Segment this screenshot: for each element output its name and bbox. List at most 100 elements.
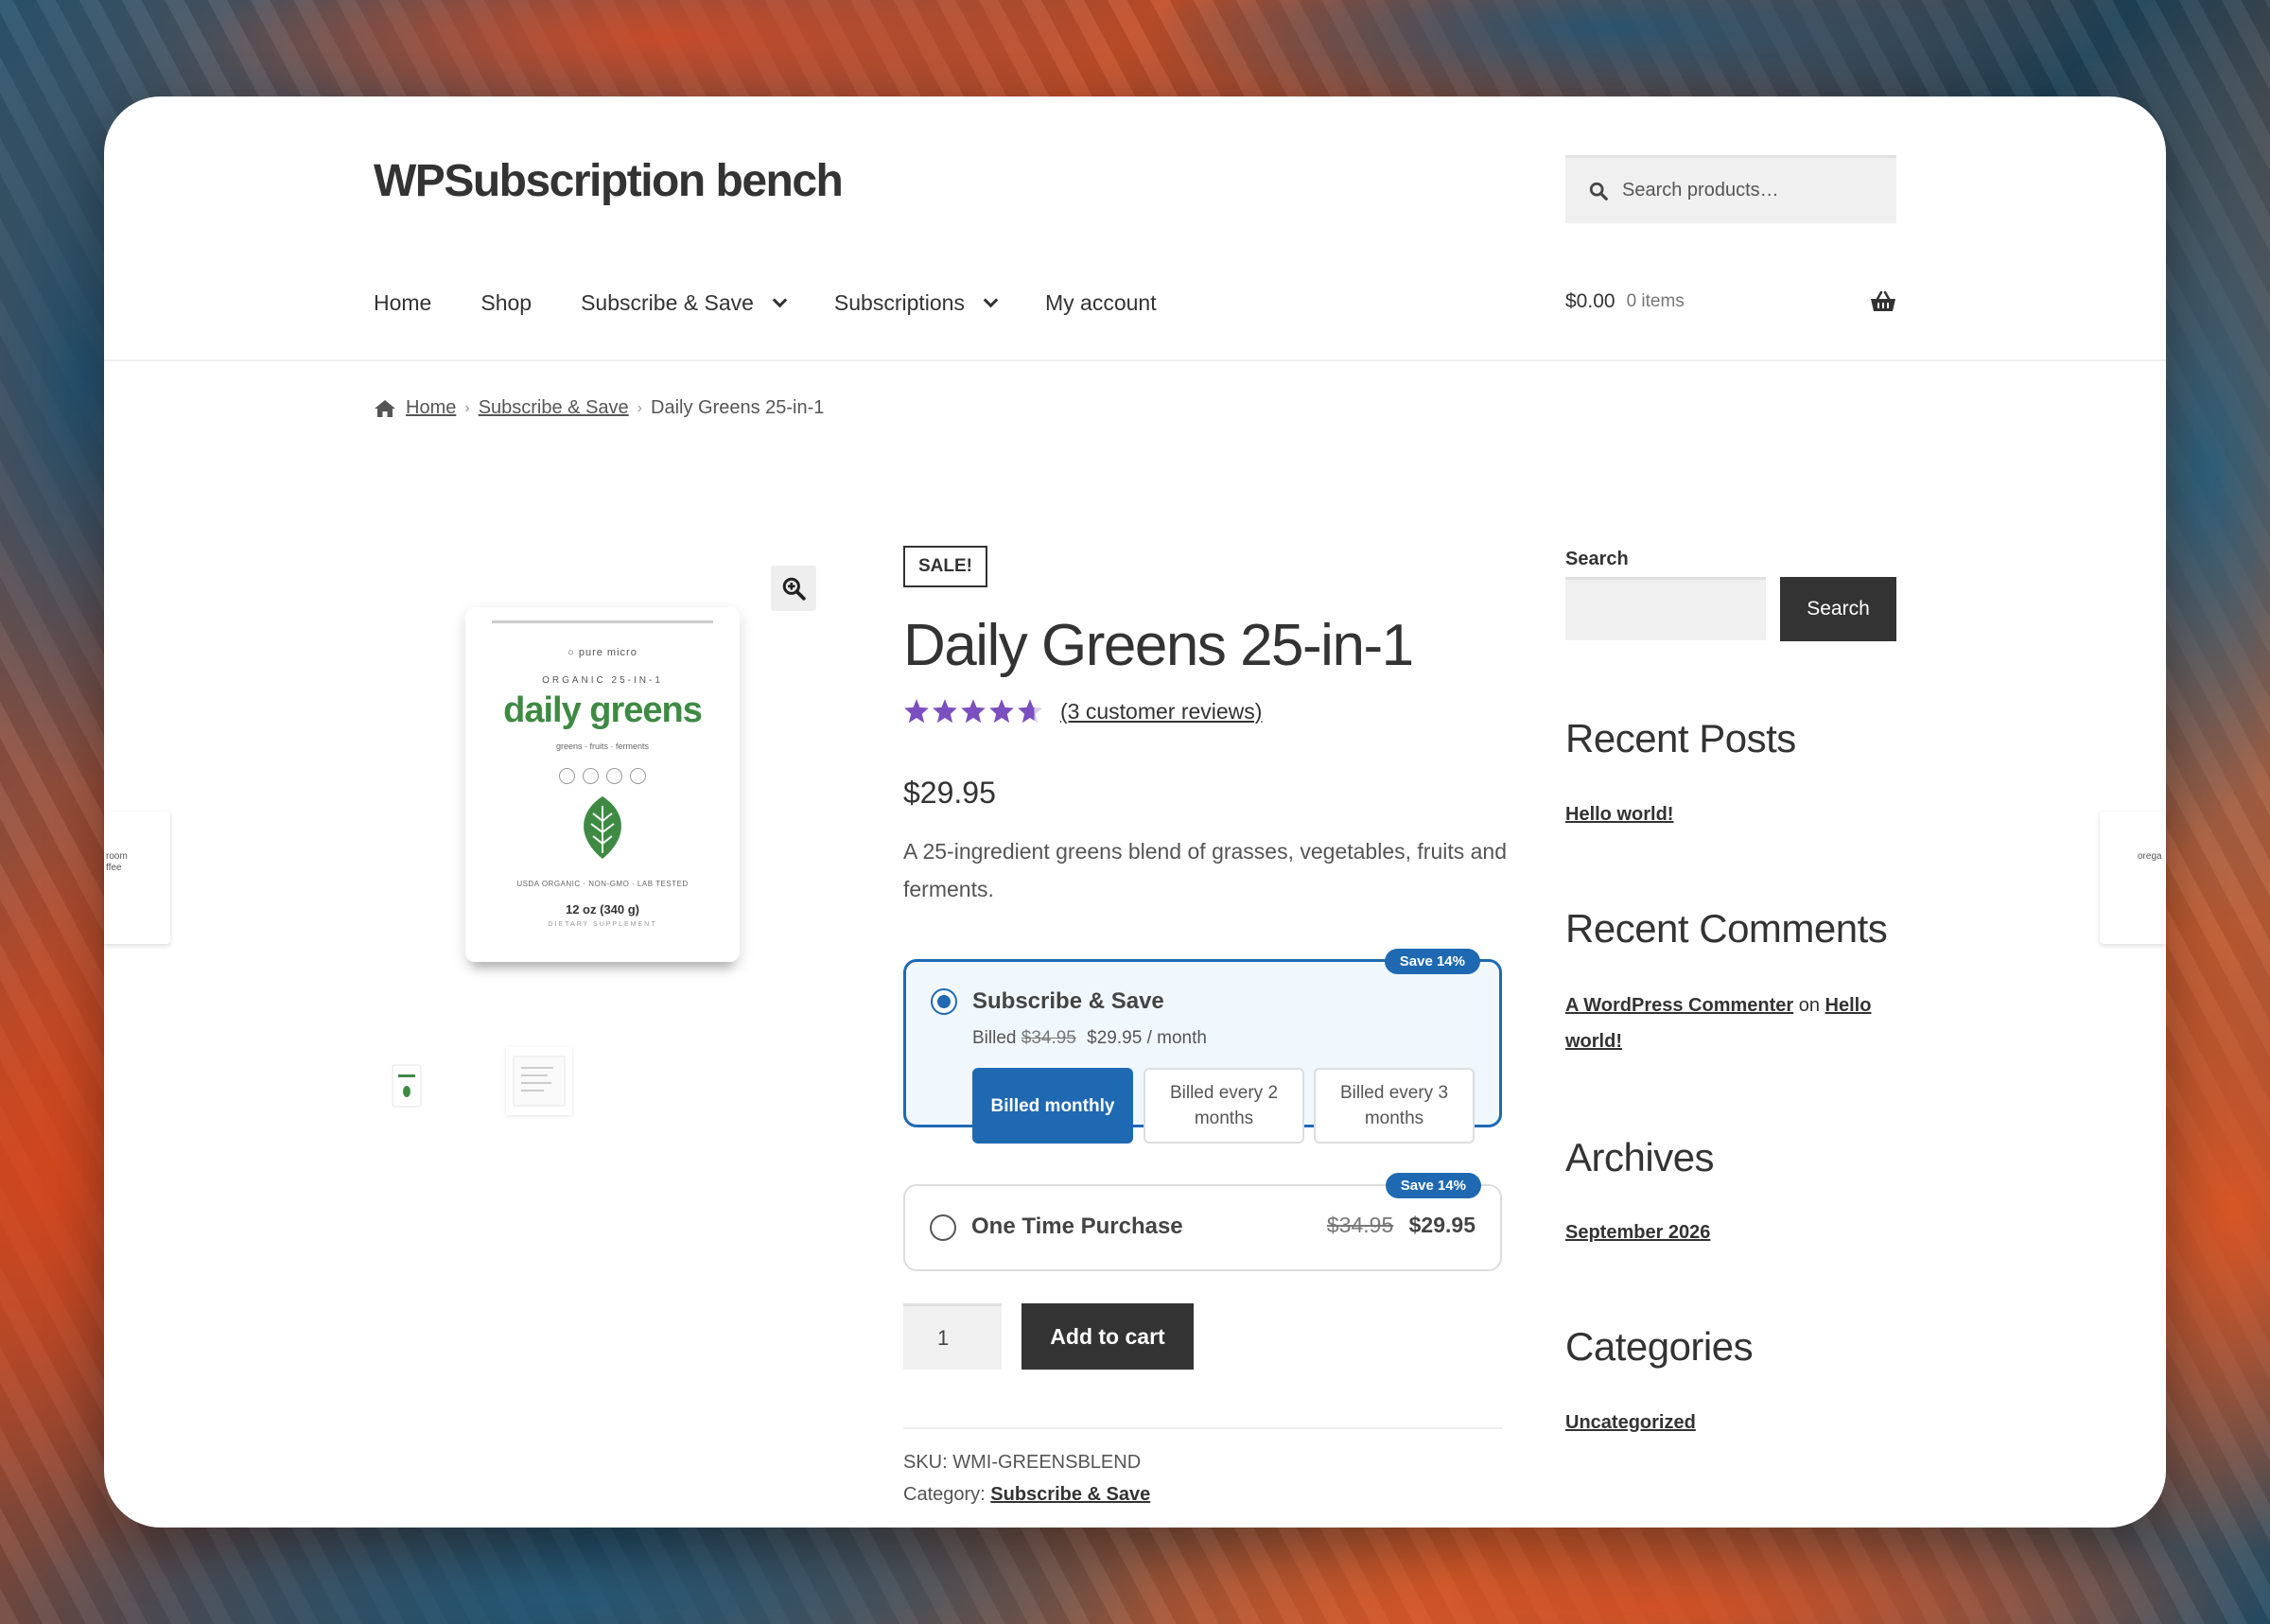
- quantity-input[interactable]: 1: [903, 1303, 1002, 1370]
- sale-badge: SALE!: [903, 546, 987, 587]
- product-thumbnail[interactable]: [374, 1052, 440, 1120]
- category-link[interactable]: Subscribe & Save: [990, 1484, 1150, 1505]
- billed-new-price: $29.95 / month: [1087, 1028, 1207, 1048]
- star-icon: [904, 699, 929, 724]
- nav-subscribe-save-label: Subscribe & Save: [581, 290, 754, 315]
- product-rating: (3 customer reviews): [903, 698, 1262, 725]
- browser-page: WPSubscription bench Home Shop Subscribe…: [104, 96, 2166, 1528]
- package-size: 12 oz (340 g): [565, 902, 640, 917]
- billed-old-price: $34.95: [1021, 1028, 1076, 1048]
- cart-amount: $0.00: [1565, 290, 1615, 312]
- archive-link[interactable]: September 2026: [1565, 1214, 1877, 1250]
- zoom-in-icon: [782, 577, 806, 601]
- product-search-input[interactable]: [1622, 180, 1877, 201]
- next-product-label: orega: [2138, 851, 2162, 862]
- sku-value: WMI-GREENSBLEND: [952, 1452, 1142, 1473]
- one-time-new-price: $29.95: [1408, 1213, 1476, 1237]
- product-meta-divider: [903, 1427, 1502, 1429]
- product-sku: SKU: WMI-GREENSBLEND: [903, 1452, 1141, 1474]
- save-badge: Save 14%: [1384, 949, 1480, 974]
- primary-nav: Home Shop Subscribe & Save Subscriptions…: [374, 290, 1206, 316]
- recent-comments-heading: Recent Comments: [1565, 906, 1888, 951]
- previous-product-peek[interactable]: room ffee: [104, 812, 170, 944]
- package-brand: ○ pure micro: [568, 647, 637, 658]
- recent-comment: A WordPress Commenter on Hello world!: [1565, 987, 1877, 1059]
- category-archive-link[interactable]: Uncategorized: [1565, 1405, 1877, 1441]
- nav-shop[interactable]: Shop: [480, 290, 532, 316]
- nav-subscriptions-label: Subscriptions: [833, 290, 965, 315]
- breadcrumb: Home › Subscribe & Save › Daily Greens 2…: [374, 397, 824, 419]
- nav-subscribe-save[interactable]: Subscribe & Save: [581, 290, 788, 316]
- breadcrumb-category[interactable]: Subscribe & Save: [479, 397, 629, 419]
- thumbnail-label-icon: [513, 1056, 566, 1107]
- breadcrumb-home[interactable]: Home: [406, 397, 456, 419]
- package-product-name: daily greens: [503, 690, 703, 730]
- package-top-edge: [492, 620, 713, 623]
- comment-author-link[interactable]: A WordPress Commenter: [1565, 995, 1793, 1016]
- star-icon: [989, 699, 1014, 724]
- subscribe-option-title: Subscribe & Save: [972, 988, 1164, 1014]
- thumbnail-package-icon: [392, 1064, 422, 1108]
- cart-count: 0 items: [1626, 291, 1685, 311]
- nav-home[interactable]: Home: [374, 290, 431, 316]
- frequency-every-3-months[interactable]: Billed every 3 months: [1314, 1068, 1475, 1144]
- comment-on-text: on: [1798, 995, 1820, 1016]
- leaf-icon: [584, 796, 621, 859]
- package-type: DIETARY SUPPLEMENT: [548, 921, 657, 928]
- package-certifications: USDA ORGANIC · NON-GMO · LAB TESTED: [516, 880, 689, 888]
- add-to-cart-button[interactable]: Add to cart: [1022, 1303, 1194, 1370]
- site-title[interactable]: WPSubscription bench: [374, 155, 844, 207]
- home-icon[interactable]: [374, 399, 396, 418]
- reviews-link[interactable]: (3 customer reviews): [1060, 699, 1262, 725]
- package-tagline: greens · fruits · ferments: [555, 742, 650, 751]
- chevron-down-icon[interactable]: [983, 292, 999, 308]
- nav-subscriptions[interactable]: Subscriptions: [833, 290, 999, 316]
- subscribe-radio[interactable]: [931, 988, 957, 1015]
- zoom-button[interactable]: [771, 566, 816, 611]
- breadcrumb-separator-icon: ›: [637, 399, 642, 416]
- product-price: $29.95: [903, 776, 996, 810]
- one-time-option-title: One Time Purchase: [971, 1214, 1183, 1239]
- star-rating: [903, 698, 1045, 725]
- one-time-old-price: $34.95: [1326, 1213, 1394, 1237]
- frequency-every-2-months[interactable]: Billed every 2 months: [1144, 1068, 1304, 1144]
- breadcrumb-current: Daily Greens 25-in-1: [651, 397, 825, 418]
- one-time-purchase-option[interactable]: Save 14% One Time Purchase $34.95 $29.95: [903, 1173, 1502, 1271]
- nav-my-account[interactable]: My account: [1045, 290, 1157, 316]
- subscribe-billing-line: Billed $34.95 $29.95 / month: [972, 1028, 1207, 1049]
- header-cart[interactable]: $0.00 0 items: [1565, 290, 1896, 313]
- product-title: Daily Greens 25-in-1: [903, 613, 1414, 678]
- previous-product-label: room ffee: [106, 851, 128, 873]
- star-icon: [961, 699, 986, 724]
- recent-post-link[interactable]: Hello world!: [1565, 796, 1877, 832]
- category-label: Category:: [903, 1484, 986, 1505]
- product-main-image[interactable]: ○ pure micro ORGANIC 25-IN-1 daily green…: [465, 607, 740, 962]
- sidebar-search-label: Search: [1565, 549, 1629, 569]
- star-icon: [1018, 699, 1042, 724]
- frequency-monthly[interactable]: Billed monthly: [972, 1068, 1133, 1144]
- archives-heading: Archives: [1565, 1135, 1715, 1179]
- product-category: Category: Subscribe & Save: [903, 1484, 1150, 1506]
- product-search[interactable]: [1565, 155, 1896, 223]
- star-icon: [933, 699, 957, 724]
- package-dots: [465, 768, 740, 784]
- header-divider: [104, 359, 2166, 361]
- subscribe-save-option[interactable]: Save 14% Subscribe & Save Billed $34.95 …: [903, 949, 1502, 1144]
- package-subtitle: ORGANIC 25-IN-1: [542, 675, 663, 686]
- next-product-peek[interactable]: orega: [2100, 812, 2166, 944]
- sidebar-search-button[interactable]: Search: [1780, 577, 1896, 641]
- breadcrumb-separator-icon: ›: [464, 399, 470, 416]
- recent-posts-heading: Recent Posts: [1565, 716, 1796, 760]
- product-description: A 25-ingredient greens blend of grasses,…: [903, 839, 1508, 901]
- search-icon: [1589, 182, 1608, 201]
- chevron-down-icon[interactable]: [772, 292, 788, 308]
- sku-label: SKU:: [903, 1452, 948, 1473]
- product-thumbnail[interactable]: [506, 1047, 572, 1115]
- save-badge: Save 14%: [1385, 1173, 1481, 1198]
- categories-heading: Categories: [1565, 1324, 1754, 1369]
- billed-prefix: Billed: [972, 1028, 1017, 1048]
- basket-icon[interactable]: [1870, 290, 1896, 313]
- sidebar-search-input[interactable]: [1565, 577, 1766, 640]
- one-time-radio[interactable]: [930, 1214, 956, 1241]
- one-time-price: $34.95 $29.95: [1327, 1213, 1476, 1238]
